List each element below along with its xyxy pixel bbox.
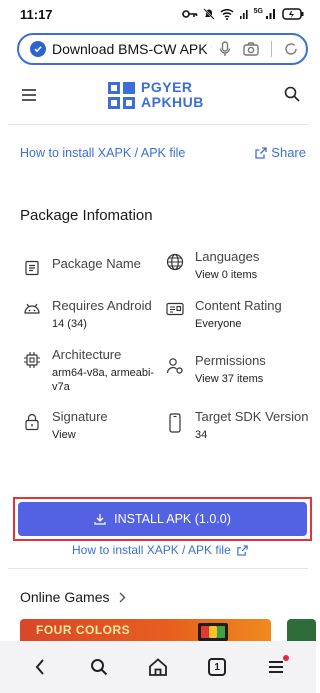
chevron-right-icon <box>119 592 126 602</box>
game-card-title: FOUR COLORS <box>36 623 131 637</box>
info-value: 14 (34) <box>52 318 87 330</box>
info-package-name: Package Name <box>20 255 141 276</box>
info-label: Permissions <box>195 353 266 368</box>
install-apk-button[interactable]: INSTALL APK (1.0.0) <box>18 502 307 536</box>
logo-line1: PGYER <box>141 79 193 95</box>
phone-icon <box>169 413 181 433</box>
info-value: View 0 items <box>195 269 258 281</box>
howto-install-link-top[interactable]: How to install XAPK / APK file <box>20 146 185 160</box>
mute-bell-icon <box>202 8 215 20</box>
info-value: View 37 items <box>195 373 264 385</box>
id-card-icon <box>166 302 184 316</box>
back-button[interactable] <box>22 649 58 685</box>
install-label: INSTALL APK (1.0.0) <box>114 512 231 526</box>
url-text[interactable]: Download BMS-CW APK fo <box>52 41 212 57</box>
chip-icon <box>24 352 40 368</box>
info-label: Target SDK Version <box>195 409 309 424</box>
wifi-icon <box>220 8 234 20</box>
secure-verified-icon[interactable] <box>30 41 46 57</box>
back-arrow-icon <box>35 659 44 675</box>
signal-x-icon <box>239 10 248 19</box>
info-value: arm64-v8a, armeabi-v7a <box>52 367 155 393</box>
online-games-header[interactable]: Online Games <box>20 589 126 605</box>
info-value: 34 <box>195 429 208 441</box>
share-button[interactable]: Share <box>255 145 306 160</box>
browser-bottom-nav: 1 <box>0 641 316 693</box>
notification-dot <box>283 655 290 661</box>
address-bar[interactable]: Download BMS-CW APK fo <box>17 33 308 65</box>
microphone-icon[interactable] <box>219 41 231 57</box>
info-label: Content Rating <box>195 298 282 313</box>
hamburger-menu-icon[interactable] <box>22 89 36 101</box>
game-card-second[interactable] <box>287 619 316 641</box>
tabs-button[interactable]: 1 <box>199 649 235 685</box>
game-card-four-colors[interactable]: FOUR COLORS <box>20 619 271 641</box>
info-label: Architecture <box>52 347 122 362</box>
info-label: Signature <box>52 409 108 424</box>
game-cards-graphic <box>198 623 228 641</box>
info-value: Everyone <box>195 318 242 330</box>
info-languages[interactable]: Languages View 0 items <box>163 248 259 282</box>
info-content-rating: Content Rating Everyone <box>163 297 282 331</box>
info-label: Languages <box>195 249 260 264</box>
howto-bottom-label: How to install XAPK / APK file <box>72 543 231 557</box>
tab-count: 1 <box>208 658 227 676</box>
search-icon <box>90 659 107 676</box>
online-games-title: Online Games <box>20 589 110 605</box>
logo-mark <box>108 81 135 109</box>
info-requires-android: Requires Android 14 (34) <box>20 297 152 331</box>
info-target-sdk: Target SDK Version 34 <box>163 408 308 442</box>
menu-button[interactable] <box>258 649 294 685</box>
section-divider <box>8 568 308 569</box>
package-info-title: Package Infomation <box>20 207 153 224</box>
site-header: PGYER APKHUB <box>0 72 316 120</box>
menu-icon <box>269 661 284 673</box>
lock-icon <box>25 413 39 431</box>
logo-text: PGYER APKHUB <box>141 80 204 110</box>
info-architecture: Architecture arm64-v8a, armeabi-v7a <box>20 346 164 394</box>
user-settings-icon <box>166 358 183 374</box>
home-icon <box>149 658 167 676</box>
url-divider <box>271 41 272 57</box>
home-button[interactable] <box>140 649 176 685</box>
camera-icon[interactable] <box>243 42 259 56</box>
info-label: Requires Android <box>52 298 152 313</box>
search-icon[interactable] <box>284 86 300 102</box>
download-icon <box>94 514 106 525</box>
key-icon <box>181 10 197 18</box>
install-highlight-frame: INSTALL APK (1.0.0) <box>13 497 312 541</box>
logo-line2: APKHUB <box>141 94 204 110</box>
howto-install-link-bottom[interactable]: How to install XAPK / APK file <box>72 543 248 557</box>
external-link-icon <box>237 544 248 556</box>
info-label: Package Name <box>52 256 141 271</box>
info-signature[interactable]: Signature View <box>20 408 108 442</box>
reload-icon[interactable] <box>284 42 298 56</box>
battery-icon <box>282 8 304 20</box>
search-button[interactable] <box>81 649 117 685</box>
document-icon <box>25 260 39 276</box>
status-bar: 11:17 5G <box>0 0 316 28</box>
signal-icon <box>266 9 275 19</box>
android-icon <box>24 303 40 314</box>
status-time: 11:17 <box>20 6 53 22</box>
globe-icon <box>166 253 184 271</box>
share-label: Share <box>271 145 306 160</box>
info-permissions[interactable]: Permissions View 37 items <box>163 352 266 386</box>
header-divider <box>8 124 308 125</box>
network-type: 5G <box>253 7 263 15</box>
info-value: View <box>52 429 76 441</box>
status-icons: 5G <box>181 7 304 20</box>
external-share-icon <box>255 146 267 159</box>
url-actions <box>219 41 298 57</box>
site-logo[interactable]: PGYER APKHUB <box>108 80 204 110</box>
